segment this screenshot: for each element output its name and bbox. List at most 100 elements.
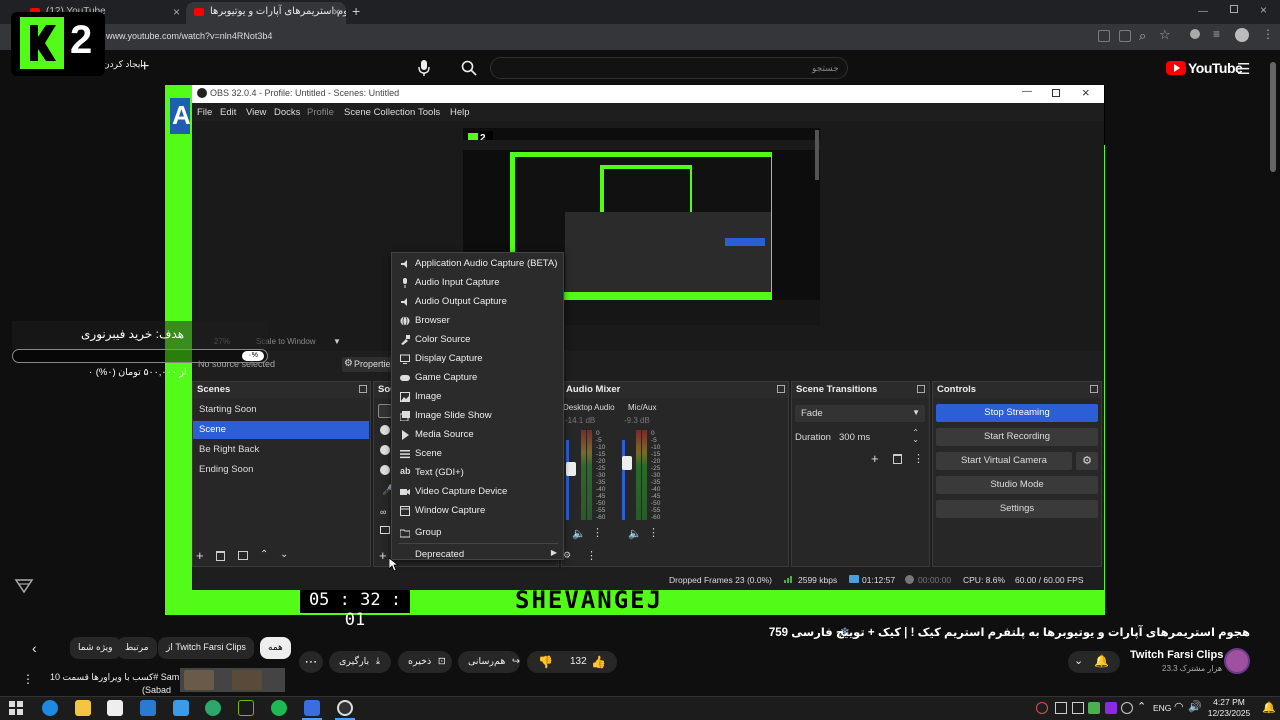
tray-app-icon[interactable] bbox=[1036, 702, 1048, 714]
browser-icon[interactable] bbox=[205, 700, 221, 716]
edge-icon[interactable] bbox=[42, 700, 58, 716]
move-down-icon[interactable]: ⌄ bbox=[280, 549, 288, 560]
transition-more-icon[interactable]: ⋮ bbox=[913, 452, 924, 465]
menu-item-image-slide-show[interactable]: Image Slide Show bbox=[392, 407, 563, 425]
store-icon[interactable] bbox=[173, 700, 189, 716]
save-button[interactable]: ذخیره ⊡ bbox=[398, 651, 452, 673]
menu-edit[interactable]: Edit bbox=[220, 107, 236, 118]
minimize-icon[interactable]: — bbox=[1198, 6, 1208, 17]
nvidia-icon[interactable] bbox=[238, 700, 254, 716]
input-language[interactable]: ENG bbox=[1153, 703, 1171, 713]
spotify-icon[interactable] bbox=[271, 700, 287, 716]
scenes-undock-icon[interactable] bbox=[359, 385, 367, 393]
settings-button[interactable]: Settings bbox=[936, 500, 1098, 518]
close-icon[interactable]: × bbox=[333, 5, 340, 19]
bookmark-star-icon[interactable]: ☆ bbox=[1159, 27, 1171, 43]
reading-list-icon[interactable]: ≡ bbox=[1213, 27, 1220, 41]
obs-maximize-icon[interactable] bbox=[1052, 89, 1060, 97]
stop-streaming-button[interactable]: Stop Streaming bbox=[936, 404, 1098, 422]
wifi-icon[interactable]: ◠ bbox=[1174, 700, 1184, 713]
desktop-audio-fader[interactable] bbox=[566, 440, 569, 520]
file-explorer-icon[interactable] bbox=[75, 700, 91, 716]
chips-prev-icon[interactable]: ‹ bbox=[32, 640, 37, 656]
menu-scene-collection[interactable]: Scene Collection bbox=[344, 107, 415, 118]
menu-item-browser[interactable]: Browser bbox=[392, 312, 563, 330]
hamburger-menu-icon[interactable]: ☰ bbox=[1237, 60, 1250, 78]
controls-undock-icon[interactable] bbox=[1090, 385, 1098, 393]
menu-item-group[interactable]: Group bbox=[392, 524, 563, 542]
desktop-audio-menu-icon[interactable]: ⋮ bbox=[592, 526, 603, 539]
more-actions-icon[interactable]: ⋯ bbox=[299, 651, 323, 673]
menu-item-app-audio-capture[interactable]: Application Audio Capture (BETA) bbox=[392, 255, 563, 273]
subscribed-button[interactable]: ⌄ 🔔 bbox=[1068, 651, 1120, 673]
scene-item-ending-soon[interactable]: Ending Soon bbox=[193, 461, 369, 479]
share-button[interactable]: هم‌رسانی ↪ bbox=[458, 651, 520, 673]
desktop-audio-speaker-icon[interactable]: 🔈 bbox=[572, 527, 586, 540]
dislike-icon[interactable]: 👎 bbox=[538, 655, 553, 669]
scene-item-scene[interactable]: Scene bbox=[193, 421, 369, 439]
start-virtual-camera-button[interactable]: Start Virtual Camera bbox=[936, 452, 1072, 470]
search-input[interactable] bbox=[490, 57, 848, 79]
like-icon[interactable]: 👍 bbox=[591, 655, 606, 669]
menu-item-image[interactable]: Image bbox=[392, 388, 563, 406]
tray-app-icon[interactable] bbox=[1105, 702, 1117, 714]
related-more-icon[interactable]: ⋮ bbox=[22, 672, 34, 686]
page-scrollbar-thumb[interactable] bbox=[1270, 62, 1276, 172]
mic-fader[interactable] bbox=[622, 440, 625, 520]
menu-item-display-capture[interactable]: Display Capture bbox=[392, 350, 563, 368]
stepper-down-icon[interactable]: ⌄ bbox=[912, 435, 919, 444]
extension-icon[interactable] bbox=[1190, 29, 1200, 39]
channel-avatar[interactable] bbox=[1224, 648, 1250, 674]
task-manager-icon[interactable] bbox=[304, 700, 320, 716]
profile-avatar[interactable] bbox=[1235, 28, 1249, 42]
remove-transition-icon[interactable] bbox=[893, 454, 902, 464]
add-source-icon[interactable]: + bbox=[379, 548, 387, 563]
tray-app-icon[interactable] bbox=[1121, 702, 1133, 714]
translate-icon[interactable] bbox=[1119, 30, 1131, 42]
maximize-icon[interactable] bbox=[1230, 5, 1238, 13]
tray-app-icon[interactable] bbox=[1055, 702, 1067, 714]
youtube-logo-icon[interactable] bbox=[1166, 61, 1186, 75]
obs-taskbar-icon[interactable] bbox=[337, 700, 353, 716]
virtual-camera-settings-icon[interactable]: ⚙ bbox=[1076, 452, 1098, 470]
new-tab-icon[interactable]: + bbox=[352, 3, 360, 19]
download-button[interactable]: بارگیری ⤓ bbox=[329, 651, 391, 673]
scene-item-starting-soon[interactable]: Starting Soon bbox=[193, 401, 369, 419]
menu-item-video-capture-device[interactable]: Video Capture Device bbox=[392, 483, 563, 501]
microphone-icon[interactable] bbox=[417, 59, 431, 77]
studio-mode-button[interactable]: Studio Mode bbox=[936, 476, 1098, 494]
menu-file[interactable]: File bbox=[197, 107, 212, 118]
chip-all[interactable]: همه bbox=[260, 637, 291, 659]
search-icon[interactable] bbox=[460, 59, 478, 77]
mixer-undock-icon[interactable] bbox=[777, 385, 785, 393]
menu-item-text-gdi[interactable]: ab Text (GDI+) bbox=[392, 464, 563, 482]
start-recording-button[interactable]: Start Recording bbox=[936, 428, 1098, 446]
obs-close-icon[interactable]: × bbox=[1082, 85, 1090, 100]
menu-tools[interactable]: Tools bbox=[418, 107, 440, 118]
chip-for-you[interactable]: ویژه شما bbox=[70, 637, 121, 659]
related-video-title[interactable]: کسب با ویراورها قسمت 10# Sam bbox=[50, 672, 179, 683]
browser-tab-active[interactable]: هجوم استریمرهای آپارات و یوتیوبرها × bbox=[186, 2, 346, 24]
outlook-icon[interactable] bbox=[140, 700, 156, 716]
transitions-undock-icon[interactable] bbox=[917, 385, 925, 393]
create-button[interactable]: ایجاد کردن bbox=[103, 59, 143, 70]
mixer-more-icon[interactable]: ⋮ bbox=[586, 549, 597, 562]
source-browser-icon[interactable] bbox=[378, 404, 392, 418]
url-text[interactable]: www.youtube.com/watch?v=nln4RNot3b4 bbox=[106, 31, 272, 41]
mic-speaker-icon[interactable]: 🔈 bbox=[628, 527, 642, 540]
transition-select[interactable]: Fade ▼ bbox=[795, 405, 925, 422]
scale-dropdown-icon[interactable]: ▼ bbox=[333, 337, 341, 346]
preview-scrollbar[interactable] bbox=[815, 130, 819, 180]
menu-item-scene[interactable]: Scene bbox=[392, 445, 563, 463]
add-transition-icon[interactable]: + bbox=[871, 451, 879, 466]
tray-app-icon[interactable] bbox=[1072, 702, 1084, 714]
menu-item-game-capture[interactable]: Game Capture bbox=[392, 369, 563, 387]
install-app-icon[interactable] bbox=[1098, 30, 1110, 42]
chip-related[interactable]: مرتبط bbox=[117, 637, 157, 659]
taskbar-clock[interactable]: 4:27 PM 12/23/2025 bbox=[1204, 697, 1254, 719]
filter-scene-icon[interactable] bbox=[238, 551, 248, 560]
move-up-icon[interactable]: ⌃ bbox=[260, 549, 268, 560]
tray-app-icon[interactable] bbox=[1088, 702, 1100, 714]
menu-help[interactable]: Help bbox=[450, 107, 470, 118]
menu-view[interactable]: View bbox=[246, 107, 266, 118]
